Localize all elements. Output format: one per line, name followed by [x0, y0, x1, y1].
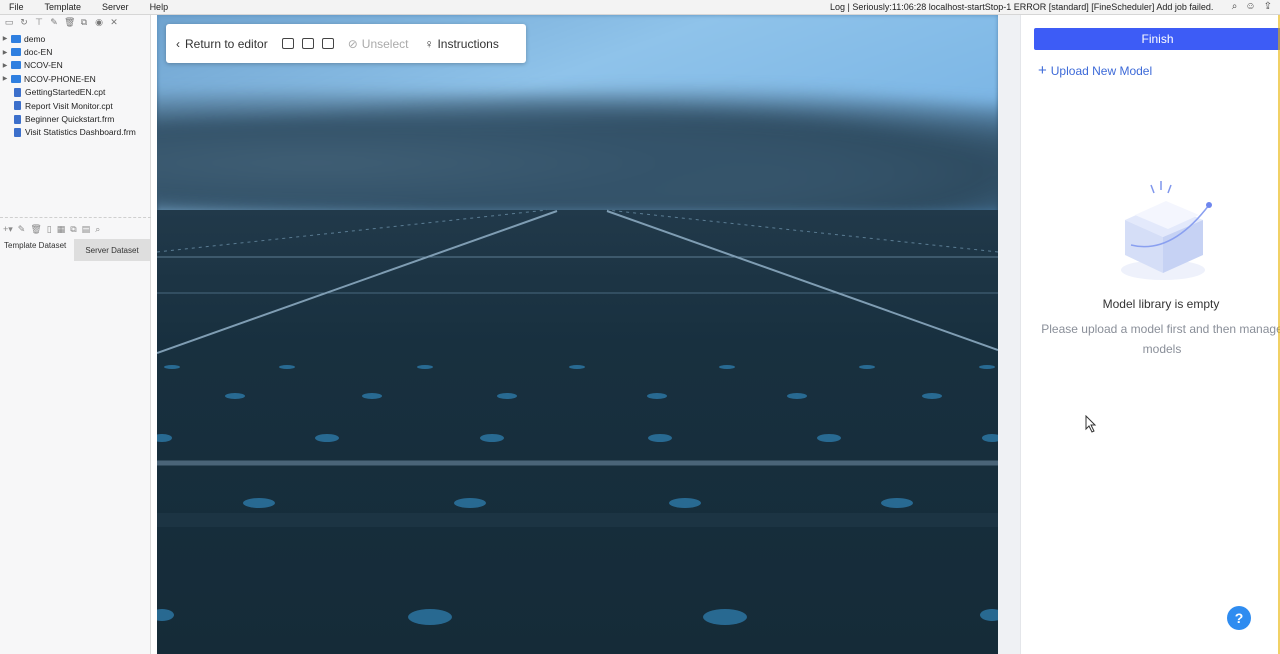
- tree-item[interactable]: ▶ demo: [0, 32, 150, 45]
- return-label: Return to editor: [185, 36, 268, 51]
- add-icon[interactable]: +▾: [3, 224, 13, 235]
- view-front-icon[interactable]: [281, 38, 294, 49]
- locate-icon[interactable]: ◉: [94, 17, 104, 28]
- tree-item-label: NCOV-PHONE-EN: [24, 73, 96, 84]
- tab-template-dataset[interactable]: Template Dataset: [0, 239, 74, 261]
- tree-item[interactable]: Report Visit Monitor.cpt: [0, 99, 150, 112]
- delete-icon[interactable]: 🗑: [64, 17, 75, 28]
- tree-item-label: demo: [24, 33, 46, 44]
- dataset-tabs: Template Dataset Server Dataset: [0, 239, 151, 261]
- panel-splitter[interactable]: [998, 15, 1020, 654]
- upload-model-button[interactable]: + Upload New Model: [1038, 62, 1153, 79]
- menu-list: File Template Server Help: [0, 2, 180, 12]
- unselect-button[interactable]: ⊘ Unselect: [348, 37, 409, 51]
- road-line-right: [606, 210, 998, 351]
- dataset-toolbar: +▾ ✎ 🗑 ▯ ▦ ⧉ ▤ ⌕: [0, 222, 151, 236]
- instructions-label: Instructions: [437, 36, 499, 51]
- tree-item[interactable]: GettingStartedEN.cpt: [0, 86, 150, 99]
- scene-grid: [157, 209, 998, 625]
- grid-line: [157, 209, 548, 253]
- menu-file[interactable]: File: [9, 2, 24, 12]
- instructions-button[interactable]: ♀ Instructions: [424, 37, 498, 51]
- tree-item-label: Visit Statistics Dashboard.frm: [25, 127, 136, 138]
- road-line-left: [157, 210, 558, 354]
- user-icon[interactable]: ☺: [1245, 1, 1255, 12]
- search-icon[interactable]: ⌕: [95, 224, 100, 235]
- tree-item[interactable]: ▶ NCOV-PHONE-EN: [0, 72, 150, 85]
- expand-arrow-icon[interactable]: ▶: [0, 35, 10, 42]
- filter-icon[interactable]: ⊤: [34, 17, 44, 28]
- return-to-editor-button[interactable]: ‹ Return to editor: [176, 37, 268, 51]
- close-icon[interactable]: ✕: [109, 17, 119, 28]
- finish-button[interactable]: Finish: [1034, 28, 1280, 50]
- tab-server-dataset[interactable]: Server Dataset: [74, 239, 150, 261]
- copy-icon[interactable]: ⧉: [70, 224, 76, 235]
- menu-bar: File Template Server Help Log | Seriousl…: [0, 0, 1280, 15]
- lightbulb-icon: ♀: [424, 36, 434, 51]
- tree-item[interactable]: Beginner Quickstart.frm: [0, 112, 150, 125]
- template-tree: ▶ demo ▶ doc-EN ▶ NCOV-EN ▶ NCOV-PHONE-EN Ge…: [0, 32, 150, 139]
- expand-arrow-icon[interactable]: ▶: [0, 49, 10, 56]
- expand-arrow-icon[interactable]: ▶: [0, 75, 10, 82]
- empty-state-description: Please upload a model first and then man…: [1041, 322, 1280, 356]
- grid-lights: [157, 365, 998, 625]
- tree-item[interactable]: ▶ NCOV-EN: [0, 59, 150, 72]
- tree-item-label: GettingStartedEN.cpt: [25, 87, 106, 98]
- folder-icon: [11, 61, 21, 70]
- menu-template[interactable]: Template: [45, 2, 82, 12]
- template-toolbar: ▭ ↻ ⊤ ✎ 🗑 ⧉ ◉ ✕: [0, 15, 150, 30]
- search-icon[interactable]: ⌕: [1232, 1, 1238, 12]
- mouse-cursor-icon: [1085, 415, 1097, 433]
- tree-item-label: NCOV-EN: [24, 60, 63, 71]
- file-icon: [14, 101, 21, 111]
- tree-item[interactable]: ▶ doc-EN: [0, 45, 150, 58]
- empty-box-illustration: [1121, 181, 1212, 280]
- tree-item-label: doc-EN: [24, 47, 53, 58]
- scene-canvas[interactable]: [157, 15, 998, 654]
- chevron-left-icon: ‹: [176, 36, 180, 51]
- file-icon: [14, 114, 21, 124]
- new-icon[interactable]: ▭: [4, 17, 14, 28]
- copy-icon[interactable]: ⧉: [79, 17, 89, 28]
- folder-icon: [11, 34, 21, 43]
- chart-icon[interactable]: ▦: [57, 224, 66, 235]
- tree-item[interactable]: Visit Statistics Dashboard.frm: [0, 126, 150, 139]
- menu-server[interactable]: Server: [102, 2, 129, 12]
- empty-state-title: Model library is empty: [1102, 297, 1220, 311]
- ground-band: [157, 513, 998, 527]
- database-icon[interactable]: ▤: [82, 224, 91, 235]
- folder-icon: [11, 74, 21, 83]
- tree-item-label: Beginner Quickstart.frm: [25, 114, 115, 125]
- file-icon: [14, 127, 21, 137]
- folder-icon: [11, 48, 21, 57]
- log-message[interactable]: Log | Seriously:11:06:28 localhost-start…: [830, 2, 1213, 12]
- unselect-label: Unselect: [361, 36, 409, 51]
- model-panel: Finish + Upload New Model Model library …: [1020, 15, 1280, 654]
- panel-divider[interactable]: [0, 217, 151, 218]
- delete-icon[interactable]: 🗑: [30, 224, 41, 235]
- share-icon[interactable]: ⇪: [1264, 1, 1272, 12]
- refresh-icon[interactable]: ↻: [19, 17, 29, 28]
- menu-help[interactable]: Help: [150, 2, 169, 12]
- file-icon: [14, 87, 21, 97]
- help-button[interactable]: ?: [1227, 606, 1251, 630]
- window-icons: ⌕ ☺ ⇪: [1232, 1, 1272, 12]
- doc-icon[interactable]: ▯: [47, 224, 52, 235]
- edit-icon[interactable]: ✎: [49, 17, 59, 28]
- left-sidebar: ▭ ↻ ⊤ ✎ 🗑 ⧉ ◉ ✕ ▶ demo ▶ doc-EN ▶ NCOV-EN ▶…: [0, 15, 151, 654]
- edit-icon[interactable]: ✎: [18, 224, 26, 235]
- view-top-icon[interactable]: [321, 38, 334, 49]
- unselect-icon: ⊘: [347, 36, 358, 51]
- scene-toolbar: ‹ Return to editor ⊘ Unselect ♀ Instruct…: [166, 24, 526, 63]
- view-side-icon[interactable]: [301, 38, 314, 49]
- expand-arrow-icon[interactable]: ▶: [0, 62, 10, 69]
- plus-icon: +: [1038, 62, 1047, 79]
- tree-item-label: Report Visit Monitor.cpt: [25, 100, 113, 111]
- upload-label: Upload New Model: [1050, 64, 1153, 78]
